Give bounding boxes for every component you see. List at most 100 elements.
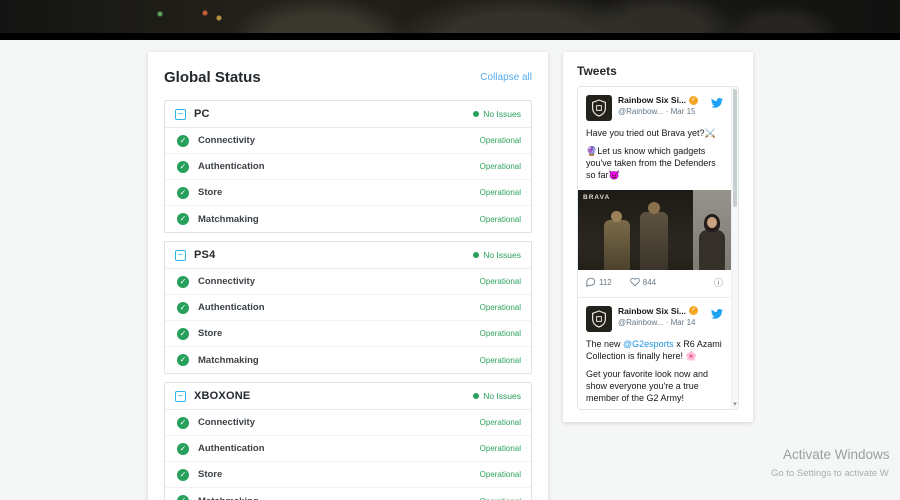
banner-artwork (0, 0, 900, 33)
tweet-handle-date[interactable]: @Rainbow... · Mar 15 (618, 107, 707, 116)
service-name: Authentication (198, 443, 480, 454)
check-icon: ✓ (177, 495, 189, 500)
activate-windows-watermark: Activate Windows (783, 447, 890, 462)
service-name: Store (198, 469, 480, 480)
service-status: Operational (480, 303, 521, 312)
platform-section-ps4: − PS4 No Issues ✓ Connectivity Operation… (164, 241, 532, 374)
tweet-author[interactable]: Rainbow Six Si... (618, 95, 686, 105)
r6-logo-avatar[interactable] (586, 95, 612, 121)
service-name: Store (198, 187, 480, 198)
check-icon: ✓ (177, 135, 189, 147)
operator-figure (648, 202, 660, 214)
operator-figure (640, 212, 668, 270)
service-name: Connectivity (198, 135, 480, 146)
like-button[interactable]: 844 (630, 277, 656, 287)
service-status: Operational (480, 215, 521, 224)
service-row: ✓ Store Operational (165, 180, 531, 206)
service-status: Operational (480, 470, 521, 479)
platform-name: XBOXONE (194, 390, 473, 402)
service-row: ✓ Connectivity Operational (165, 128, 531, 154)
g2esports-link[interactable]: @G2esports (623, 339, 674, 349)
operator-figure (707, 217, 717, 228)
tweet-item[interactable]: Rainbow Six Si... ✓ @Rainbow... · Mar 14… (578, 298, 731, 410)
service-row: ✓ Connectivity Operational (165, 410, 531, 436)
tweet-handle-date[interactable]: @Rainbow... · Mar 14 (618, 318, 707, 327)
twitter-timeline: Rainbow Six Si... ✓ @Rainbow... · Mar 15… (577, 86, 739, 410)
shield-icon (591, 310, 607, 328)
check-icon: ✓ (177, 161, 189, 173)
status-dot-icon (473, 252, 479, 258)
info-icon[interactable]: ⓘ (714, 276, 723, 289)
scroll-down-arrow-icon[interactable]: ▾ (732, 400, 738, 409)
check-icon: ✓ (177, 354, 189, 366)
gold-verified-badge-icon: ✓ (689, 96, 698, 105)
service-name: Connectivity (198, 417, 480, 428)
service-row: ✓ Authentication Operational (165, 295, 531, 321)
reply-button[interactable]: 112 (586, 277, 612, 287)
platform-name: PC (194, 108, 473, 120)
tweets-card: Tweets Rainbow Six Si... ✓ (563, 52, 753, 422)
check-icon: ✓ (177, 276, 189, 288)
page-title: Global Status (164, 69, 261, 86)
check-icon: ✓ (177, 417, 189, 429)
service-name: Authentication (198, 302, 480, 313)
operator-figure (611, 211, 622, 222)
tweet-author[interactable]: Rainbow Six Si... (618, 306, 686, 316)
service-row: ✓ Matchmaking Operational (165, 347, 531, 373)
service-status: Operational (480, 444, 521, 453)
tweet-actions: 112 844 ⓘ (586, 276, 723, 289)
service-row: ✓ Authentication Operational (165, 436, 531, 462)
status-badge: No Issues (473, 250, 521, 260)
check-icon: ✓ (177, 328, 189, 340)
reply-icon (586, 277, 596, 287)
service-status: Operational (480, 329, 521, 338)
service-name: Matchmaking (198, 496, 480, 500)
r6-logo-avatar[interactable] (586, 306, 612, 332)
status-dot-icon (473, 393, 479, 399)
platform-section-pc: − PC No Issues ✓ Connectivity Operationa… (164, 100, 532, 233)
service-row: ✓ Authentication Operational (165, 154, 531, 180)
media-brava-label: BRAVA (583, 194, 610, 201)
tweet-text-span: The new (586, 339, 623, 349)
service-status: Operational (480, 356, 521, 365)
shield-icon (591, 99, 607, 117)
service-status: Operational (480, 188, 521, 197)
platform-header-xboxone[interactable]: − XBOXONE No Issues (165, 383, 531, 410)
like-count: 844 (643, 278, 656, 287)
operator-figure (604, 220, 630, 270)
reply-count: 112 (599, 278, 612, 287)
check-icon: ✓ (177, 213, 189, 225)
service-name: Matchmaking (198, 214, 480, 225)
tweet-media-image[interactable]: BRAVA (578, 190, 731, 270)
collapse-minus-icon[interactable]: − (175, 109, 186, 120)
tweet-text: The new @G2esports x R6 Azami Collection… (586, 338, 723, 410)
status-badge-label: No Issues (483, 109, 521, 119)
service-status: Operational (480, 277, 521, 286)
tweet-line: Get your favorite look now and show ever… (586, 368, 723, 404)
scrollbar-thumb[interactable] (733, 89, 737, 207)
collapse-minus-icon[interactable]: − (175, 250, 186, 261)
twitter-bird-icon[interactable] (711, 95, 723, 113)
activate-windows-subtext: Go to Settings to activate W (771, 468, 889, 479)
collapse-all-link[interactable]: Collapse all (480, 72, 532, 83)
service-name: Store (198, 328, 480, 339)
tweet-item[interactable]: Rainbow Six Si... ✓ @Rainbow... · Mar 15… (578, 87, 731, 298)
tweet-line: The new @G2esports x R6 Azami Collection… (586, 338, 723, 362)
service-name: Authentication (198, 161, 480, 172)
twitter-bird-icon[interactable] (711, 306, 723, 324)
platform-header-ps4[interactable]: − PS4 No Issues (165, 242, 531, 269)
service-row: ✓ Store Operational (165, 321, 531, 347)
service-row: ✓ Connectivity Operational (165, 269, 531, 295)
timeline-scrollbar[interactable]: ▾ (731, 87, 738, 409)
service-status: Operational (480, 497, 521, 500)
check-icon: ✓ (177, 443, 189, 455)
platform-header-pc[interactable]: − PC No Issues (165, 101, 531, 128)
status-badge: No Issues (473, 391, 521, 401)
tweets-title: Tweets (577, 64, 739, 80)
collapse-minus-icon[interactable]: − (175, 391, 186, 402)
status-badge-label: No Issues (483, 250, 521, 260)
status-dot-icon (473, 111, 479, 117)
service-row: ✓ Matchmaking Operational (165, 488, 531, 500)
heart-icon (630, 277, 640, 287)
operator-figure (699, 230, 725, 270)
